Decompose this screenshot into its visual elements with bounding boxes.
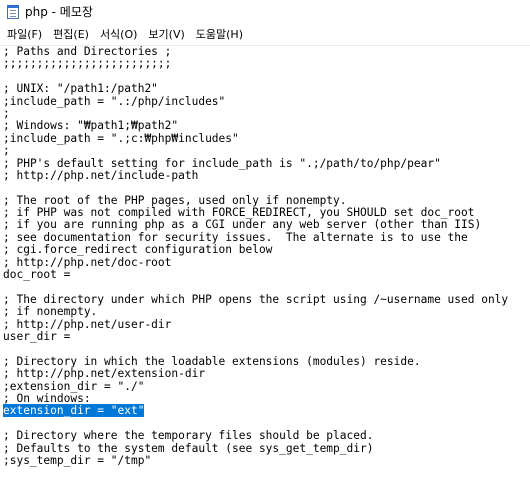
menu-format[interactable]: 서식(O) [95,24,143,44]
line-text: ;;;;;;;;;;;;;;;;;;;;;;;;; [3,57,172,71]
line-text: ; The root of the PHP pages, used only i… [3,193,347,207]
line-text: ;extension_dir = "./" [3,379,145,393]
line-text: ; if PHP was not compiled with FORCE_RED… [3,206,475,220]
text-line: user_dir = [0,329,530,343]
line-text: doc_root = [3,268,71,282]
line-text: extension_dir = "ext" [3,404,145,418]
window-title: php - 메모장 [25,5,93,19]
notepad-window: php - 메모장 파일(F) 편집(E) 서식(O) 보기(V) 도움말(H)… [0,0,530,503]
line-text: ; The directory under which PHP opens th… [3,292,509,306]
text-line: ; http://php.net/user-dir [0,317,530,331]
line-text: ; http://php.net/user-dir [3,317,172,331]
text-line: ;sys_temp_dir = "/tmp" [0,453,530,467]
line-text: ; [3,144,10,158]
menu-file[interactable]: 파일(F) [2,24,48,44]
title-bar[interactable]: php - 메모장 [0,0,530,23]
text-line: ; http://php.net/doc-root [0,255,530,269]
menu-view[interactable]: 보기(V) [143,24,190,44]
line-text: ;sys_temp_dir = "/tmp" [3,453,152,467]
line-text: ; Defaults to the system default (see sy… [3,441,374,455]
line-text: user_dir = [3,329,71,343]
selected-text-line: extension_dir = "ext" [0,404,530,418]
text-editor-area[interactable]: ; Paths and Directories ;;;;;;;;;;;;;;;;… [0,46,530,503]
text-line: ;;;;;;;;;;;;;;;;;;;;;;;;; [0,58,530,70]
line-text: ;include_path = ".:/php/includes" [3,94,226,108]
line-text: ;include_path = ".;c:₩php₩includes" [3,131,239,145]
line-text: ; http://php.net/extension-dir [3,367,206,381]
line-text: ; if nonempty. [3,305,98,319]
text-line: doc_root = [0,268,530,282]
line-text: ; http://php.net/doc-root [3,255,172,269]
line-text: ; Paths and Directories ; [3,46,172,58]
line-text: ; see documentation for security issues.… [3,230,468,244]
line-text: ; Windows: "₩path1;₩path2" [3,119,179,133]
text-line: ; http://php.net/include-path [0,168,530,182]
line-text: ; [3,106,10,120]
text-line: ;include_path = ".;c:₩php₩includes" [0,131,530,145]
menu-edit[interactable]: 편집(E) [48,24,95,44]
menu-help[interactable]: 도움말(H) [191,24,249,44]
line-text: ; cgi.force_redirect configuration below [3,243,273,257]
line-text: ; UNIX: "/path1:/path2" [3,82,158,96]
line-text: ; On windows: [3,391,91,405]
line-text: ; Directory in which the loadable extens… [3,354,421,368]
line-text: ; Directory where the temporary files sh… [3,429,374,443]
notepad-icon [7,4,19,19]
line-text: ; PHP's default setting for include_path… [3,156,441,170]
line-text: ; http://php.net/include-path [3,168,199,182]
menu-bar: 파일(F) 편집(E) 서식(O) 보기(V) 도움말(H) [0,23,530,45]
text-line: ;include_path = ".:/php/includes" [0,94,530,108]
line-text: ; if you are running php as a CGI under … [3,218,482,232]
